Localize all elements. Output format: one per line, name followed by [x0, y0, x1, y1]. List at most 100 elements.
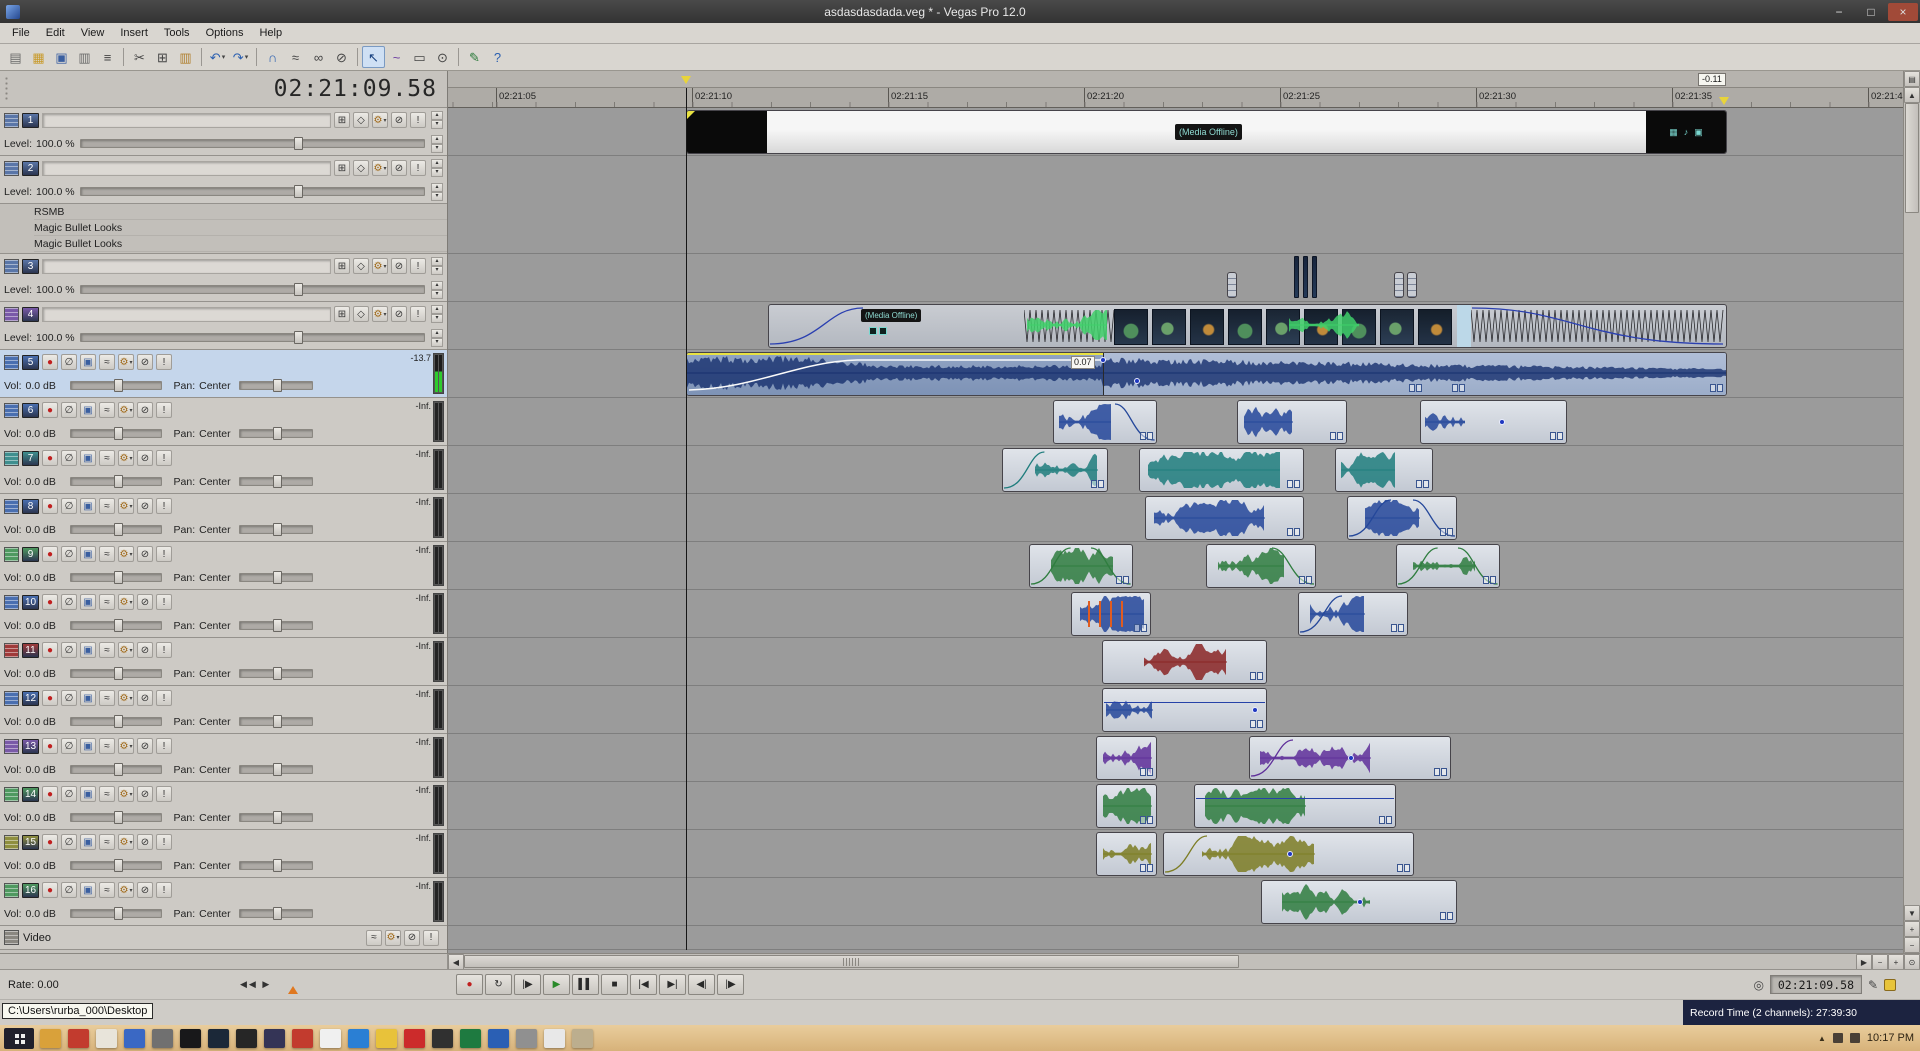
timeline-lane-2[interactable] — [448, 156, 1903, 254]
track-fx-button[interactable]: ⚙ ▾ — [118, 546, 134, 562]
fade-in-curve[interactable] — [1250, 738, 1294, 779]
audio-event[interactable] — [1237, 400, 1347, 444]
track-color-chip[interactable] — [4, 834, 19, 850]
pan-slider[interactable] — [239, 427, 314, 440]
zoom-tool-corner-button[interactable]: ⊙ — [1904, 954, 1920, 970]
bus-routing-button[interactable]: ▣ — [80, 786, 96, 802]
audio-event[interactable] — [1139, 448, 1304, 492]
taskbar-app-2[interactable] — [68, 1028, 89, 1048]
undo-button[interactable]: ↶ ▾ — [206, 46, 229, 68]
dropdown-arrow-icon[interactable]: ▾ — [129, 887, 132, 894]
timeline-lane-16[interactable] — [448, 878, 1903, 926]
arm-for-record-button[interactable]: ● — [42, 402, 58, 418]
timeline-lane-4[interactable]: (Media Offline) — [448, 302, 1903, 350]
slider-thumb[interactable] — [273, 523, 283, 536]
track-fx-button[interactable]: ⚙ ▾ — [372, 160, 388, 176]
audio-event-selected[interactable]: 0.07 — [686, 352, 1727, 396]
slider-thumb[interactable] — [273, 475, 283, 488]
track-down-button[interactable]: ▾ — [431, 143, 443, 153]
bus-mute-button[interactable]: ⊘ — [404, 929, 420, 946]
pan-slider[interactable] — [239, 571, 314, 584]
track-header-9[interactable]: 9 ● ∅ ▣ ≈ ⚙ ▾ ⊘! Vol: 0.0 dB Pan: Center -Inf. — [0, 542, 447, 590]
solo-button[interactable]: ! — [156, 498, 172, 514]
small-audio-event[interactable] — [1407, 272, 1417, 298]
event-fade-handles[interactable] — [1440, 912, 1453, 920]
track-color-chip[interactable] — [4, 786, 19, 802]
video-event-strip[interactable]: (Media Offline) — [768, 304, 1727, 348]
marker-icon[interactable] — [1719, 97, 1729, 105]
event-fade-handles[interactable] — [1710, 384, 1723, 392]
cursor-position-field[interactable]: 02:21:09.58 — [1769, 975, 1862, 994]
dropdown-arrow-icon[interactable]: ▾ — [129, 791, 132, 798]
envelope-point[interactable] — [1348, 754, 1354, 761]
audio-event[interactable] — [1261, 880, 1457, 924]
dropdown-arrow-icon[interactable]: ▾ — [129, 599, 132, 606]
close-button[interactable]: × — [1888, 2, 1918, 21]
fx-item[interactable]: RSMB — [34, 204, 447, 220]
timeline-lane-12[interactable] — [448, 686, 1903, 734]
timeline-lane-17[interactable] — [448, 926, 1903, 950]
audio-event[interactable] — [1298, 592, 1408, 636]
event-fade-handles[interactable] — [1416, 480, 1429, 488]
mute-button[interactable]: ⊘ — [137, 738, 153, 754]
vscroll-thumb[interactable] — [1905, 103, 1919, 213]
solo-button[interactable]: ! — [156, 402, 172, 418]
track-fx-button[interactable]: ⚙ ▾ — [372, 306, 388, 322]
taskbar-app-17[interactable] — [488, 1028, 509, 1048]
zoom-in-time-button[interactable]: + — [1888, 954, 1904, 970]
paste-button[interactable]: ▥ — [174, 46, 197, 68]
dropdown-arrow-icon[interactable]: ▾ — [129, 551, 132, 558]
track-color-chip[interactable] — [4, 258, 19, 274]
slider-thumb[interactable] — [273, 427, 283, 440]
track-color-chip[interactable] — [4, 690, 19, 706]
normal-edit-tool-button[interactable]: ↖ — [362, 46, 385, 68]
restore-track-button[interactable]: ▾ — [431, 168, 443, 177]
audio-event[interactable] — [1102, 640, 1267, 684]
event-fade-handles[interactable] — [1287, 528, 1300, 536]
open-project-button[interactable]: ▦ — [27, 46, 50, 68]
timeline-tools-button[interactable]: ▤ — [1904, 71, 1920, 87]
volume-slider[interactable] — [69, 427, 162, 440]
start-button[interactable] — [4, 1027, 34, 1049]
pan-slider[interactable] — [239, 763, 314, 776]
video-event-main[interactable]: (Media Offline) ▦ ♪ ▣ — [686, 110, 1727, 154]
track-fx-button[interactable]: ⚙ ▾ — [118, 882, 134, 898]
taskbar-app-10[interactable] — [292, 1028, 313, 1048]
invert-track-phase-button[interactable]: ∅ — [61, 594, 77, 610]
volume-slider[interactable] — [69, 667, 162, 680]
track-fx-button[interactable]: ⚙ ▾ — [118, 498, 134, 514]
mute-button[interactable]: ⊘ — [137, 834, 153, 850]
maximize-button[interactable]: □ — [1856, 3, 1886, 21]
mute-button[interactable]: ⊘ — [137, 498, 153, 514]
timeline-ruler[interactable]: 02:21:05 02:21:10 02:21:15 02:21:20 02:21:25… — [448, 88, 1903, 108]
fade-in-curve[interactable] — [1164, 834, 1208, 875]
envelope-point[interactable] — [1286, 850, 1293, 857]
level-slider[interactable] — [80, 331, 425, 344]
show-hidden-icons-button[interactable]: ▲ — [1818, 1034, 1826, 1043]
track-color-chip[interactable] — [4, 112, 19, 128]
slider-thumb[interactable] — [113, 475, 123, 488]
slider-thumb[interactable] — [293, 283, 303, 296]
invert-track-phase-button[interactable]: ∅ — [61, 738, 77, 754]
invert-track-phase-button[interactable]: ∅ — [61, 546, 77, 562]
arm-for-record-button[interactable]: ● — [42, 450, 58, 466]
edit-pencil-icon[interactable]: ✎ — [1868, 978, 1878, 992]
timeline-lane-6[interactable] — [448, 398, 1903, 446]
slider-thumb[interactable] — [293, 331, 303, 344]
audio-event[interactable] — [1335, 448, 1433, 492]
arm-for-record-button[interactable]: ● — [42, 834, 58, 850]
next-frame-button[interactable]: |▶ — [717, 974, 744, 995]
vertical-scrollbar[interactable]: ▤ ▲ ▼ + − — [1903, 71, 1920, 953]
level-slider[interactable] — [80, 283, 425, 296]
dropdown-arrow-icon[interactable]: ▾ — [129, 839, 132, 846]
pan-slider[interactable] — [239, 907, 314, 920]
pan-slider[interactable] — [239, 379, 314, 392]
event-fade-handles[interactable] — [1299, 576, 1312, 584]
mute-button[interactable]: ⊘ — [137, 882, 153, 898]
track-color-chip[interactable] — [4, 738, 19, 754]
track-name-field[interactable] — [42, 258, 331, 274]
track-motion-button[interactable]: ⊞ — [334, 306, 350, 322]
pause-button[interactable]: ▌▌ — [572, 974, 599, 995]
mute-button[interactable]: ⊘ — [391, 306, 407, 322]
dock-grip[interactable] — [4, 76, 9, 102]
